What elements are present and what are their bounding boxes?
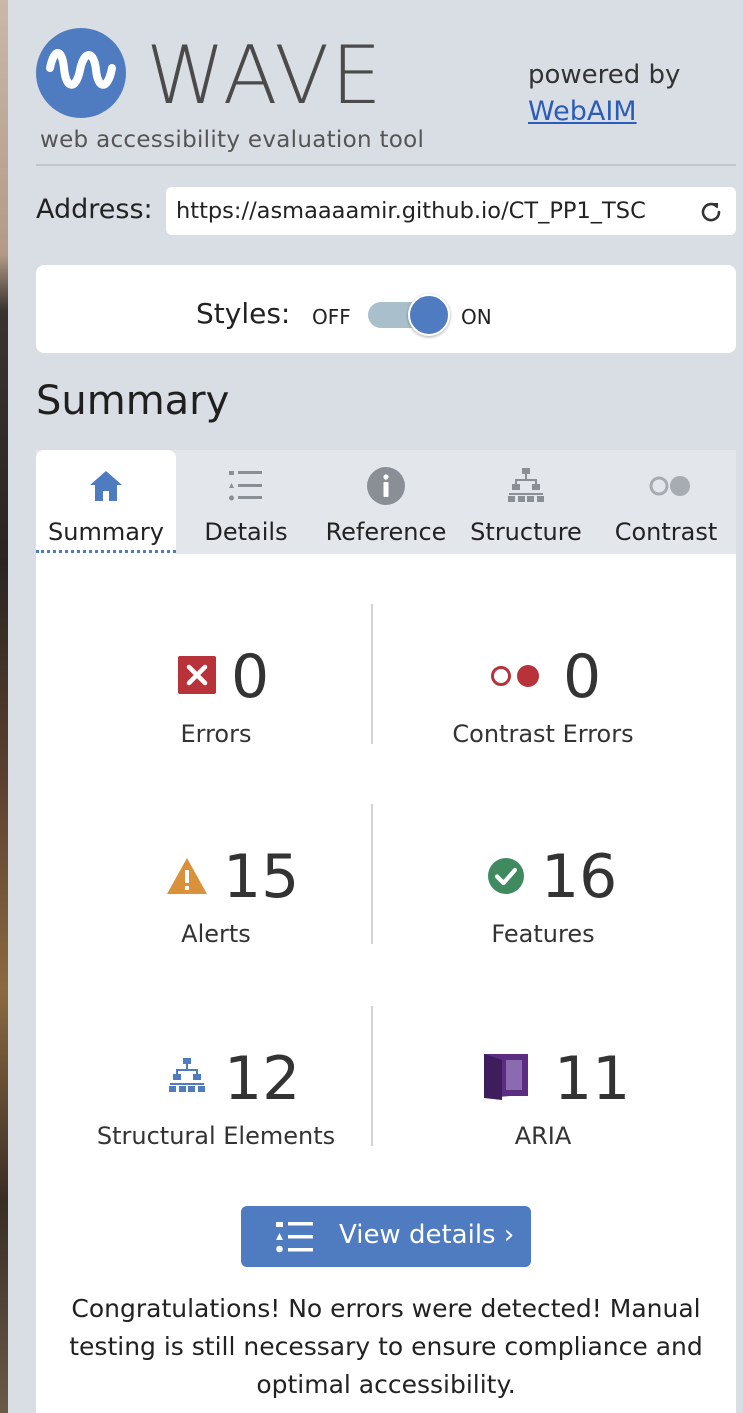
contrast-error-icon: [491, 665, 539, 687]
logo-wordmark: WAVE: [146, 29, 384, 122]
address-label: Address:: [36, 194, 153, 225]
tab-label: Structure: [470, 518, 582, 546]
reload-icon[interactable]: [698, 199, 724, 225]
active-tab-indicator: [36, 550, 176, 553]
errors-label: Errors: [180, 720, 252, 748]
tab-details[interactable]: Details: [176, 450, 316, 554]
alerts-count: 15: [223, 842, 300, 912]
tab-bar: Summary Details Reference Structure Cont…: [36, 450, 736, 554]
view-details-label: View details ›: [339, 1220, 515, 1250]
aria-icon: [484, 1054, 528, 1100]
structure-icon: [169, 1058, 205, 1092]
tab-structure[interactable]: Structure: [456, 450, 596, 554]
tagline: web accessibility evaluation tool: [40, 127, 425, 153]
aria-label: ARIA: [514, 1122, 572, 1150]
styles-label: Styles:: [196, 297, 291, 330]
features-label: Features: [491, 920, 595, 948]
tab-contrast[interactable]: Contrast: [596, 450, 736, 554]
address-input[interactable]: https://asmaaaamir.github.io/CT_PP1_TSC: [176, 187, 686, 235]
aria-count: 11: [554, 1044, 631, 1114]
tab-label: Reference: [325, 518, 447, 546]
wave-logo-icon: [36, 28, 126, 118]
styles-toggle-knob[interactable]: [408, 294, 450, 336]
contrast-icon: [649, 476, 690, 496]
page-title: Summary: [36, 378, 230, 424]
tab-reference[interactable]: Reference: [316, 450, 456, 554]
background-page-strip: [0, 0, 8, 1413]
structural-elements-label: Structural Elements: [96, 1122, 336, 1150]
home-icon: [90, 471, 122, 501]
wave-panel: WAVE web accessibility evaluation tool p…: [8, 0, 743, 1413]
contrast-errors-label: Contrast Errors: [452, 720, 634, 748]
styles-on-label: ON: [461, 305, 492, 329]
status-message: Congratulations! No errors were detected…: [69, 1294, 703, 1399]
view-details-button[interactable]: View details ›: [241, 1206, 531, 1267]
info-icon: [367, 467, 405, 505]
alert-icon: [167, 858, 207, 894]
header: WAVE web accessibility evaluation tool p…: [8, 0, 743, 168]
tab-label: Details: [204, 518, 288, 546]
errors-count: 0: [231, 642, 270, 712]
tab-label: Contrast: [614, 518, 718, 546]
summary-content: 0 Errors 0 Contrast Errors 15 Alerts 16 …: [36, 554, 736, 1413]
structural-elements-count: 12: [224, 1044, 301, 1114]
styles-off-label: OFF: [312, 305, 351, 329]
address-field-container: https://asmaaaamir.github.io/CT_PP1_TSC: [166, 187, 736, 235]
features-count: 16: [541, 842, 618, 912]
styles-toggle-panel: Styles: OFF ON: [36, 265, 736, 353]
alerts-label: Alerts: [181, 920, 251, 948]
error-icon: [178, 656, 216, 694]
tab-summary[interactable]: Summary: [36, 450, 176, 554]
structure-icon: [508, 468, 544, 502]
feature-icon: [488, 858, 524, 894]
contrast-errors-count: 0: [563, 642, 602, 712]
list-icon: [229, 471, 262, 501]
divider: [36, 164, 736, 166]
powered-by-text: powered by: [528, 60, 681, 90]
list-icon: [276, 1222, 313, 1253]
tab-label: Summary: [48, 518, 164, 546]
webaim-link[interactable]: WebAIM: [528, 96, 637, 127]
